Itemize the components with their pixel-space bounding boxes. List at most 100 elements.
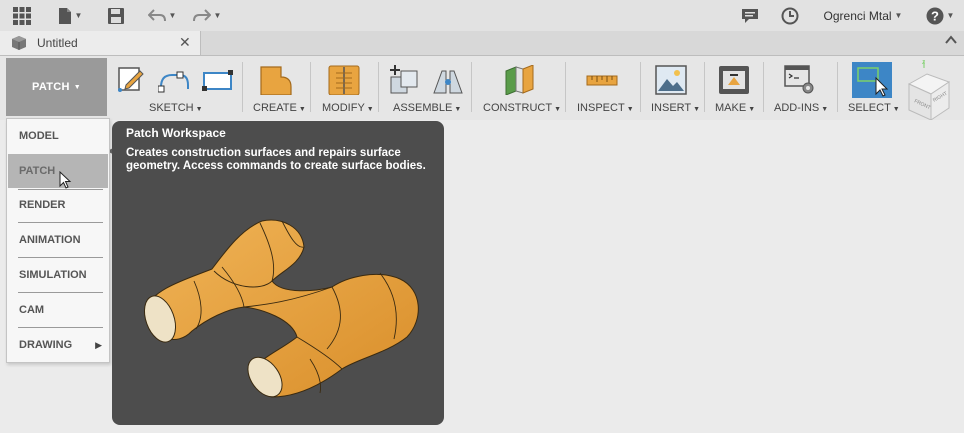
data-panel-button[interactable] — [8, 0, 36, 31]
assemble-label: ASSEMBLE — [393, 102, 453, 114]
chevron-down-icon: ▼ — [946, 11, 955, 20]
toolbar-divider — [704, 62, 705, 112]
workspace-item-label: MODEL — [19, 130, 59, 142]
workspace-switcher-button[interactable]: PATCH ▼ — [6, 58, 107, 116]
save-icon — [108, 7, 124, 24]
modify-menu[interactable]: MODIFY ▼ — [322, 102, 374, 114]
user-name: Ogrenci Mtal — [823, 8, 892, 23]
toolbar-divider — [242, 62, 243, 112]
save-button[interactable] — [105, 0, 127, 31]
close-icon[interactable]: ✕ — [179, 34, 191, 51]
chevron-down-icon: ▼ — [298, 106, 306, 113]
document-title: Untitled — [37, 36, 78, 50]
sketch-label: SKETCH — [149, 102, 194, 114]
chevron-down-icon: ▼ — [366, 106, 374, 113]
create-sketch-icon[interactable] — [118, 65, 146, 95]
chevron-down-icon: ▼ — [213, 11, 222, 20]
workspace-item-animation[interactable]: ANIMATION — [8, 223, 108, 257]
new-component-icon[interactable] — [389, 65, 419, 95]
3d-print-icon[interactable] — [718, 65, 750, 95]
toolbar-divider — [565, 62, 566, 112]
user-menu[interactable]: Ogrenci Mtal ▼ — [822, 0, 904, 31]
chevron-down-icon: ▼ — [168, 11, 177, 20]
svg-text:?: ? — [931, 8, 939, 23]
scripts-addins-icon[interactable] — [784, 65, 816, 95]
extrude-surface-icon[interactable] — [259, 65, 293, 95]
add-ins-menu[interactable]: ADD-INS ▼ — [774, 102, 828, 114]
document-tab-bar: Untitled ✕ — [0, 31, 964, 56]
inspect-label: INSPECT — [577, 102, 625, 114]
workspace-item-patch[interactable]: PATCH — [8, 154, 108, 189]
comment-icon — [742, 8, 758, 23]
sketch-menu[interactable]: SKETCH ▼ — [149, 102, 203, 114]
chevron-down-icon: ▼ — [74, 11, 83, 20]
chevron-down-icon: ▼ — [626, 106, 634, 113]
trim-icon[interactable] — [328, 65, 360, 95]
workspace-item-model[interactable]: MODEL — [8, 119, 108, 153]
workspace-item-simulation[interactable]: SIMULATION — [8, 258, 108, 292]
make-label: MAKE — [715, 102, 747, 114]
make-menu[interactable]: MAKE ▼ — [715, 102, 755, 114]
redo-icon — [192, 8, 211, 21]
insert-label: INSERT — [651, 102, 692, 114]
toolbar-divider — [837, 62, 838, 112]
redo-button[interactable]: ▼ — [190, 0, 224, 31]
help-button[interactable]: ? ▼ — [922, 0, 958, 31]
workspace-item-cam[interactable]: CAM — [8, 293, 108, 327]
workspace-item-drawing[interactable]: DRAWING ▶ — [8, 328, 108, 362]
select-label: SELECT — [848, 102, 891, 114]
toolbar-divider — [640, 62, 641, 112]
select-tool-icon[interactable] — [852, 62, 892, 98]
chevron-up-icon — [945, 35, 957, 44]
file-menu-button[interactable]: ▼ — [54, 0, 86, 31]
chevron-down-icon: ▼ — [894, 11, 903, 20]
select-menu[interactable]: SELECT ▼ — [848, 102, 900, 114]
patch-surface-preview-image — [143, 219, 419, 398]
undo-icon — [147, 8, 166, 21]
document-cube-icon — [12, 36, 26, 50]
chevron-down-icon: ▼ — [73, 83, 81, 91]
comments-button[interactable] — [739, 0, 761, 31]
chevron-down-icon: ▼ — [454, 106, 462, 113]
rectangle-tool-icon[interactable] — [202, 65, 234, 95]
inspect-menu[interactable]: INSPECT ▼ — [577, 102, 634, 114]
toolbar-divider — [763, 62, 764, 112]
document-tab[interactable]: Untitled ✕ — [0, 31, 201, 55]
measure-icon[interactable] — [586, 65, 618, 95]
chevron-down-icon: ▼ — [554, 106, 561, 113]
create-label: CREATE — [253, 102, 297, 114]
workspace-item-label: SIMULATION — [19, 269, 87, 281]
toolbar-divider — [471, 62, 472, 112]
workspace-label: PATCH — [32, 81, 70, 93]
toolbar-divider — [378, 62, 379, 112]
tooltip-title: Patch Workspace — [126, 126, 226, 140]
toolbar: PATCH ▼ SKETCH ▼ CREATE ▼ MODIFY ▼ ASSEM… — [0, 56, 964, 122]
chevron-down-icon: ▼ — [195, 106, 203, 113]
assemble-menu[interactable]: ASSEMBLE ▼ — [393, 102, 461, 114]
undo-button[interactable]: ▼ — [145, 0, 179, 31]
workspace-item-label: PATCH — [19, 165, 56, 177]
chevron-down-icon: ▼ — [821, 106, 829, 113]
viewcube[interactable]: Z FRONT RIGHT — [903, 58, 953, 122]
insert-menu[interactable]: INSERT ▼ — [651, 102, 700, 114]
offset-plane-icon[interactable] — [503, 65, 535, 95]
submenu-arrow-icon: ▶ — [95, 339, 102, 350]
create-menu[interactable]: CREATE ▼ — [253, 102, 306, 114]
toolbar-divider — [310, 62, 311, 112]
job-status-button[interactable] — [779, 0, 801, 31]
workspace-tooltip: Patch Workspace Creates construction sur… — [112, 121, 444, 425]
workspace-item-label: RENDER — [19, 199, 66, 211]
insert-image-icon[interactable] — [655, 65, 687, 95]
construct-label: CONSTRUCT — [483, 102, 553, 114]
line-tool-icon[interactable] — [158, 65, 192, 95]
chevron-down-icon: ▼ — [748, 106, 756, 113]
workspace-item-render[interactable]: RENDER — [8, 188, 108, 222]
grid-icon — [13, 6, 31, 25]
construct-menu[interactable]: CONSTRUCT ▼ — [483, 102, 561, 114]
chevron-down-icon: ▼ — [892, 106, 900, 113]
clock-icon — [781, 7, 799, 24]
add-ins-label: ADD-INS — [774, 102, 820, 114]
joint-icon[interactable] — [432, 65, 464, 95]
collapse-toolbar-button[interactable] — [944, 33, 958, 50]
workspace-item-label: DRAWING — [19, 339, 73, 351]
